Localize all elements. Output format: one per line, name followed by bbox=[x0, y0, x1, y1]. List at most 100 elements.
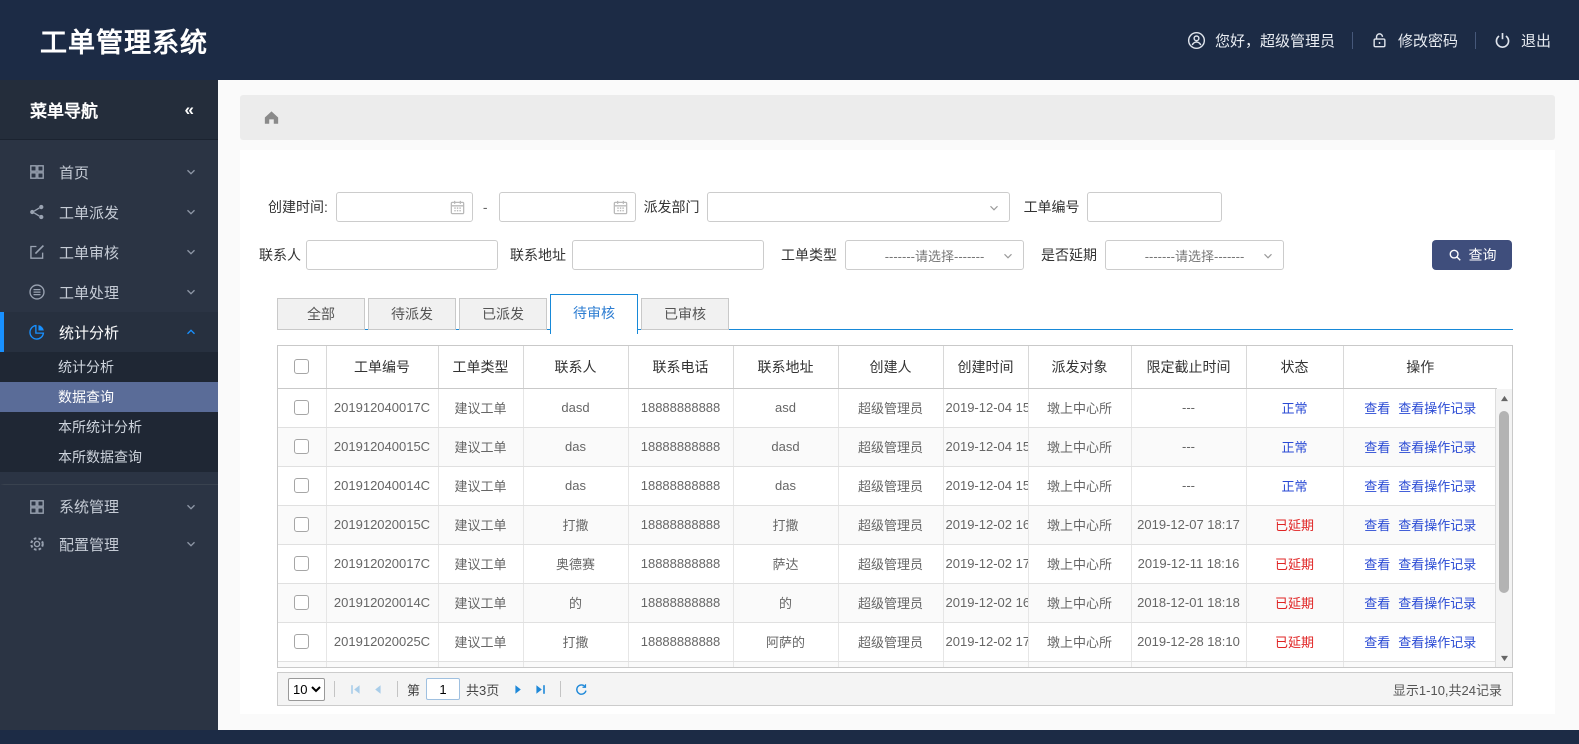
cell: 2019-12-28 18:10 bbox=[1131, 622, 1247, 662]
scroll-up-arrow[interactable] bbox=[1496, 391, 1512, 405]
submenu-item-本所数据查询[interactable]: 本所数据查询 bbox=[0, 442, 218, 472]
sidebar-title: 菜单导航 bbox=[30, 102, 98, 121]
row-checkbox[interactable] bbox=[294, 517, 310, 532]
tab-待派发[interactable]: 待派发 bbox=[368, 298, 456, 330]
view-link[interactable]: 查看 bbox=[1364, 635, 1390, 650]
sidebar-item-统计分析[interactable]: 统计分析 bbox=[0, 312, 218, 352]
delay-select[interactable]: -------请选择------- bbox=[1105, 240, 1284, 270]
view-log-link[interactable]: 查看操作记录 bbox=[1398, 635, 1476, 650]
submenu-item-统计分析[interactable]: 统计分析 bbox=[0, 352, 218, 382]
select-all-checkbox[interactable] bbox=[294, 359, 310, 375]
sidebar-item-工单处理[interactable]: 工单处理 bbox=[0, 272, 218, 312]
table-body: 201912040017C 建议工单 dasd 18888888888 asd 超级管理员… bbox=[278, 388, 1497, 667]
view-link[interactable]: 查看 bbox=[1364, 557, 1390, 572]
cell: 建议工单 bbox=[438, 505, 524, 545]
page-size-select[interactable]: 10 bbox=[288, 677, 325, 701]
order-no-field[interactable] bbox=[1086, 192, 1222, 222]
row-select-cell bbox=[278, 622, 327, 662]
sidebar-item-系统管理[interactable]: 系统管理 bbox=[0, 484, 218, 524]
row-checkbox[interactable] bbox=[294, 634, 310, 649]
sidebar-item-工单派发[interactable]: 工单派发 bbox=[0, 192, 218, 232]
page-number-input[interactable] bbox=[426, 678, 461, 700]
view-link[interactable]: 查看 bbox=[1364, 479, 1390, 494]
sidebar-item-配置管理[interactable]: 配置管理 bbox=[0, 524, 218, 564]
vertical-scrollbar[interactable] bbox=[1495, 389, 1512, 667]
date-to-field[interactable] bbox=[498, 192, 636, 222]
footer-bar bbox=[0, 730, 1579, 744]
view-link[interactable]: 查看 bbox=[1364, 401, 1390, 416]
address-input[interactable] bbox=[573, 241, 763, 269]
calendar-icon[interactable] bbox=[449, 199, 466, 216]
search-button[interactable]: 查询 bbox=[1432, 240, 1512, 270]
table-row: 201912020025C 建议工单 打撒 18888888888 阿萨的 超级管理员 20… bbox=[278, 622, 1497, 662]
sidebar-collapse-icon[interactable]: « bbox=[185, 100, 195, 120]
view-log-link[interactable]: 查看操作记录 bbox=[1398, 479, 1476, 494]
user-greeting[interactable]: 您好，超级管理员 bbox=[1187, 30, 1335, 51]
view-log-link[interactable]: 查看操作记录 bbox=[1398, 401, 1476, 416]
cell: 18888888888 bbox=[628, 427, 734, 467]
order-no-input[interactable] bbox=[1087, 193, 1221, 221]
filter-row-1: 创建时间: - 派发部门 工单编号 bbox=[240, 192, 1555, 222]
change-password-button[interactable]: 修改密码 bbox=[1370, 30, 1458, 51]
chevron-down-icon bbox=[989, 205, 998, 211]
power-icon bbox=[1495, 32, 1510, 48]
last-page-button[interactable] bbox=[529, 678, 551, 700]
cell: --- bbox=[1131, 388, 1247, 428]
row-checkbox[interactable] bbox=[294, 478, 310, 493]
status-cell: 正常 bbox=[1246, 466, 1344, 506]
row-checkbox[interactable] bbox=[294, 556, 310, 571]
lock-icon bbox=[1373, 32, 1386, 47]
sidebar-item-工单审核[interactable]: 工单审核 bbox=[0, 232, 218, 272]
actions-cell: 查看 查看操作记录 bbox=[1343, 544, 1497, 584]
submenu-item-本所统计分析[interactable]: 本所统计分析 bbox=[0, 412, 218, 442]
calendar-icon[interactable] bbox=[612, 199, 629, 216]
row-checkbox[interactable] bbox=[294, 595, 310, 610]
first-page-button[interactable] bbox=[344, 678, 366, 700]
chevron-down-icon bbox=[184, 500, 198, 514]
cell: 打撒 bbox=[733, 505, 839, 545]
cell bbox=[326, 661, 439, 667]
edit-icon bbox=[28, 243, 46, 261]
row-checkbox[interactable] bbox=[294, 439, 310, 454]
contact-field[interactable] bbox=[306, 240, 498, 270]
logout-button[interactable]: 退出 bbox=[1493, 30, 1551, 51]
cell: 2019-12-04 15 bbox=[943, 427, 1029, 467]
row-checkbox[interactable] bbox=[294, 400, 310, 415]
view-log-link[interactable]: 查看操作记录 bbox=[1398, 557, 1476, 572]
cell: 18888888888 bbox=[628, 583, 734, 623]
tab-全部[interactable]: 全部 bbox=[277, 298, 365, 330]
view-log-link[interactable]: 查看操作记录 bbox=[1398, 440, 1476, 455]
dispatch-dept-select[interactable] bbox=[706, 192, 1010, 222]
tab-待审核[interactable]: 待审核 bbox=[550, 294, 638, 334]
refresh-button[interactable] bbox=[570, 678, 592, 700]
pagination-bar: 10 第 共3页 显示1-10,共24 bbox=[277, 672, 1513, 706]
sidebar-item-label: 配置管理 bbox=[59, 536, 120, 554]
view-link[interactable]: 查看 bbox=[1364, 440, 1390, 455]
prev-page-button[interactable] bbox=[366, 678, 388, 700]
order-type-select[interactable]: -------请选择------- bbox=[845, 240, 1024, 270]
row-select-cell bbox=[278, 427, 327, 467]
date-range-separator: - bbox=[482, 199, 488, 215]
submenu-item-数据查询[interactable]: 数据查询 bbox=[0, 382, 218, 412]
status-tabs: 全部 待派发 已派发 待审核 已审核 bbox=[277, 294, 1513, 334]
cell: 超级管理员 bbox=[838, 427, 944, 467]
cell: 超级管理员 bbox=[838, 388, 944, 428]
next-page-button[interactable] bbox=[507, 678, 529, 700]
table-row bbox=[278, 661, 1497, 667]
date-from-field[interactable] bbox=[335, 192, 473, 222]
view-log-link[interactable]: 查看操作记录 bbox=[1398, 518, 1476, 533]
scrollbar-thumb[interactable] bbox=[1499, 411, 1509, 593]
tab-已派发[interactable]: 已派发 bbox=[459, 298, 547, 330]
cell: 萨达 bbox=[733, 544, 839, 584]
view-log-link[interactable]: 查看操作记录 bbox=[1398, 596, 1476, 611]
sidebar-item-首页[interactable]: 首页 bbox=[0, 152, 218, 192]
view-link[interactable]: 查看 bbox=[1364, 596, 1390, 611]
address-field[interactable] bbox=[572, 240, 764, 270]
home-icon[interactable] bbox=[262, 108, 281, 127]
cell: 墩上中心所 bbox=[1028, 427, 1132, 467]
view-link[interactable]: 查看 bbox=[1364, 518, 1390, 533]
cell: 建议工单 bbox=[438, 622, 524, 662]
contact-input[interactable] bbox=[307, 241, 497, 269]
tab-已审核[interactable]: 已审核 bbox=[641, 298, 729, 330]
scroll-down-arrow[interactable] bbox=[1496, 651, 1512, 665]
